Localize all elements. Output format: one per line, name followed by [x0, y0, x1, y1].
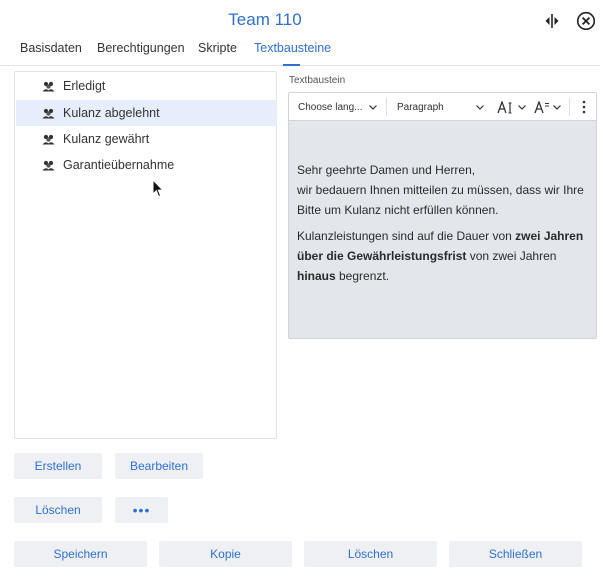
users-group-icon	[42, 160, 62, 171]
toolbar-divider	[386, 98, 387, 116]
list-item-label: Garantieübernahme	[63, 158, 175, 172]
tab-basisdaten[interactable]: Basisdaten	[20, 41, 82, 55]
rich-text-editor[interactable]: Choose lang... Paragraph Sehr geehrte Da…	[288, 92, 597, 339]
create-button[interactable]: Erstellen	[14, 453, 102, 479]
resize-horizontal-icon[interactable]	[541, 10, 563, 32]
edit-button[interactable]: Bearbeiten	[115, 453, 203, 479]
users-group-icon	[42, 134, 62, 145]
textbaustein-list[interactable]: Erledigt Kulanz abgelehnt Kulanz gewährt…	[14, 71, 277, 439]
paragraph-greeting: Sehr geehrte Damen und Herren, wir bedau…	[297, 163, 584, 217]
list-item[interactable]: Kulanz abgelehnt	[16, 100, 277, 126]
font-style-icon[interactable]	[534, 93, 564, 121]
list-item-label: Kulanz gewährt	[63, 132, 150, 146]
more-actions-button[interactable]: •••	[115, 497, 168, 523]
list-item[interactable]: Garantieübernahme	[16, 152, 277, 178]
delete-button[interactable]: Löschen	[304, 541, 437, 567]
dialog-title: Team 110	[228, 10, 302, 29]
chevron-down-icon	[368, 104, 377, 110]
tab-textbausteine[interactable]: Textbausteine	[254, 41, 331, 55]
vertical-dots-icon[interactable]	[577, 93, 591, 121]
editor-label: Textbaustein	[289, 75, 346, 86]
language-select[interactable]: Choose lang...	[298, 93, 386, 121]
list-item-label: Erledigt	[63, 79, 106, 93]
font-size-icon[interactable]	[497, 93, 527, 121]
close-button[interactable]: Schließen	[449, 541, 582, 567]
tab-skripte[interactable]: Skripte	[198, 41, 237, 55]
list-item[interactable]: Kulanz gewährt	[16, 126, 277, 152]
paragraph-select[interactable]: Paragraph	[397, 93, 485, 121]
tab-bar: Basisdaten Berechtigungen Skripte Textba…	[0, 40, 600, 66]
delete-entry-button[interactable]: Löschen	[14, 497, 102, 523]
editor-content[interactable]: Sehr geehrte Damen und Herren, wir bedau…	[297, 160, 592, 292]
chevron-down-icon	[553, 104, 561, 110]
close-circle-icon[interactable]	[575, 10, 597, 32]
tab-berechtigungen[interactable]: Berechtigungen	[97, 41, 185, 55]
users-group-icon	[42, 108, 62, 119]
chevron-down-icon	[475, 104, 484, 110]
copy-button[interactable]: Kopie	[159, 541, 292, 567]
paragraph-details: Kulanzleistungen sind auf die Dauer von …	[297, 229, 584, 283]
editor-toolbar: Choose lang... Paragraph	[289, 93, 596, 121]
mouse-cursor-icon	[152, 178, 164, 203]
chevron-down-icon	[518, 104, 526, 110]
active-tab-indicator	[283, 64, 300, 66]
toolbar-divider	[569, 98, 570, 116]
save-button[interactable]: Speichern	[14, 541, 147, 567]
list-item[interactable]: Erledigt	[16, 73, 277, 99]
list-item-label: Kulanz abgelehnt	[63, 106, 160, 120]
users-group-icon	[42, 81, 62, 92]
